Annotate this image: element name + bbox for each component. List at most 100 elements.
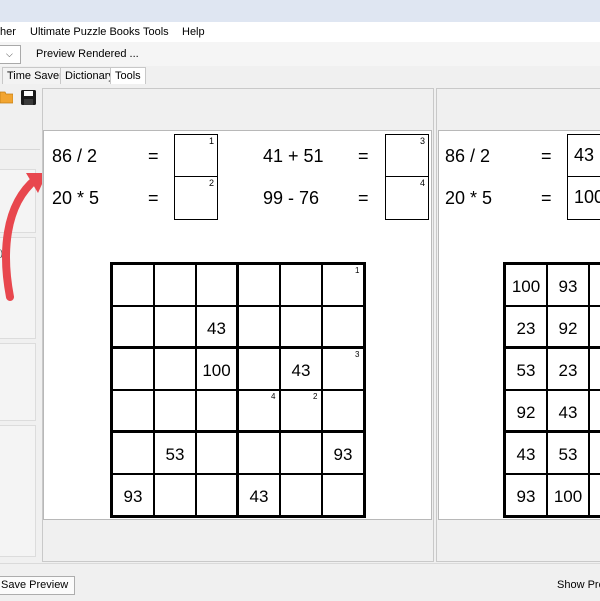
answer-box: 4: [385, 176, 429, 220]
equation-expression: 86 / 2: [52, 146, 98, 166]
grid-cell: [154, 474, 196, 516]
grid-cell-value: 93: [558, 277, 578, 296]
equation-equals: =: [148, 146, 159, 166]
answer-index: 4: [419, 178, 425, 188]
grid-cell: [238, 432, 280, 474]
tab-strip: Time Saver Dictionary Tools: [0, 67, 150, 85]
panel-divider: [0, 149, 40, 150]
left-panel: ): [0, 85, 40, 563]
solution-grid: 100 93 1 23 92 53 23 1 92 43 43 53 93 100: [503, 262, 600, 518]
grid-cell: [322, 474, 364, 516]
grid-cell-value: 43: [249, 487, 269, 506]
menu-item-help[interactable]: Help: [182, 26, 205, 38]
grid-cell: 43: [280, 348, 322, 390]
menu-item-other[interactable]: her: [0, 26, 16, 38]
grid-cell-value: 100: [553, 487, 583, 506]
answer-index: 1: [208, 136, 214, 146]
puzzle-page-solution: 86 / 2 = 43 20 * 5 = 100 100931239253231…: [438, 130, 600, 520]
grid-cell: 43: [505, 432, 547, 474]
equation-expression: 20 * 5: [445, 188, 493, 208]
grid-cell-value: 43: [207, 319, 226, 338]
grid-cell-value: 53: [558, 445, 578, 464]
answer-box: 2: [174, 176, 218, 220]
answer-index: 3: [419, 136, 425, 146]
menu-item-ultimate-puzzle-books[interactable]: Ultimate Puzzle Books: [30, 26, 140, 38]
grid-cell: [112, 348, 154, 390]
grid-cell: 43: [547, 390, 589, 432]
grid-cell: 100: [505, 264, 547, 306]
grid-cell: [280, 432, 322, 474]
preview-rendered-button[interactable]: Preview Rendered ...: [36, 48, 139, 60]
grid-cell: 1: [589, 348, 600, 390]
grid-cell: [154, 306, 196, 348]
grid-cell-value: 43: [516, 445, 536, 464]
answer-box: 1: [174, 134, 218, 178]
equation-expression: 20 * 5: [52, 188, 100, 208]
grid-cell: 53: [505, 348, 547, 390]
equation-expression: 41 + 51: [263, 146, 324, 166]
grid-cell: 93: [505, 474, 547, 516]
status-bar: Save Preview Show Preview: [0, 563, 600, 601]
grid-cell-value: 93: [333, 445, 353, 464]
equation-expression: 86 / 2: [445, 146, 491, 166]
grid-cell-value: 92: [558, 319, 578, 338]
grid-cell: [154, 264, 196, 306]
puzzle-page-preview: 86 / 2 = 1 20 * 5 = 2 41 + 51 = 3 99 - 7…: [43, 130, 432, 520]
grid-cell: 43: [238, 474, 280, 516]
grid-cell-value: 1: [590, 361, 600, 381]
grid-cell: 23: [547, 348, 589, 390]
menu-item-tools[interactable]: Tools: [143, 26, 169, 38]
grid-cell: [196, 264, 238, 306]
save-icon[interactable]: [20, 89, 37, 106]
grid-cell: [196, 390, 238, 432]
grid-cell: [154, 390, 196, 432]
grid-cell: 23: [505, 306, 547, 348]
grid-cell: 53: [154, 432, 196, 474]
grid-cell-value: 23: [558, 361, 578, 380]
grid-cell: [280, 474, 322, 516]
grid-cell-index: 4: [271, 392, 276, 401]
grid-cell: [589, 432, 600, 474]
grid-cell-value: 93: [516, 487, 536, 506]
options-group: [0, 425, 36, 557]
grid-cell-value: 23: [516, 319, 536, 338]
answer-box: 3: [385, 134, 429, 178]
grid-cell-value: 93: [123, 487, 143, 506]
grid-cell: [280, 264, 322, 306]
window-titlebar: [0, 0, 600, 22]
grid-cell: [238, 264, 280, 306]
grid-cell: [112, 264, 154, 306]
grid-cell: 93: [112, 474, 154, 516]
grid-cell: 100: [547, 474, 589, 516]
grid-cell: [322, 390, 364, 432]
grid-cell: 93: [547, 264, 589, 306]
grid-cell: [112, 432, 154, 474]
open-folder-icon[interactable]: [0, 89, 13, 104]
grid-cell: [589, 474, 600, 516]
answer-index: 2: [208, 178, 214, 188]
grid-cell: [589, 306, 600, 348]
grid-cell: [238, 348, 280, 390]
grid-cell: [112, 390, 154, 432]
grid-cell-value: 43: [291, 361, 311, 380]
tab-tools[interactable]: Tools: [110, 67, 146, 84]
grid-cell-value: 43: [558, 403, 578, 422]
layout-dropdown[interactable]: ⌵: [0, 45, 21, 64]
tab-time-saver[interactable]: Time Saver: [2, 67, 68, 84]
show-preview-button[interactable]: Show Preview: [557, 579, 600, 591]
save-preview-button[interactable]: Save Preview: [0, 576, 76, 595]
equation-equals: =: [358, 188, 369, 208]
equation-equals: =: [148, 188, 159, 208]
options-group: [0, 343, 36, 421]
grid-cell-index: 1: [355, 266, 360, 275]
grid-cell: [589, 390, 600, 432]
grid-cell: [154, 348, 196, 390]
grid-cell-value: 100: [202, 361, 231, 380]
grid-cell-value: 100: [511, 277, 541, 296]
grid-cell: [196, 432, 238, 474]
grid-cell: [112, 306, 154, 348]
grid-cell-index: 3: [355, 350, 360, 359]
grid-cell-value: 53: [165, 445, 185, 464]
grid-cell: 92: [505, 390, 547, 432]
grid-cell-value: 1: [590, 277, 600, 297]
